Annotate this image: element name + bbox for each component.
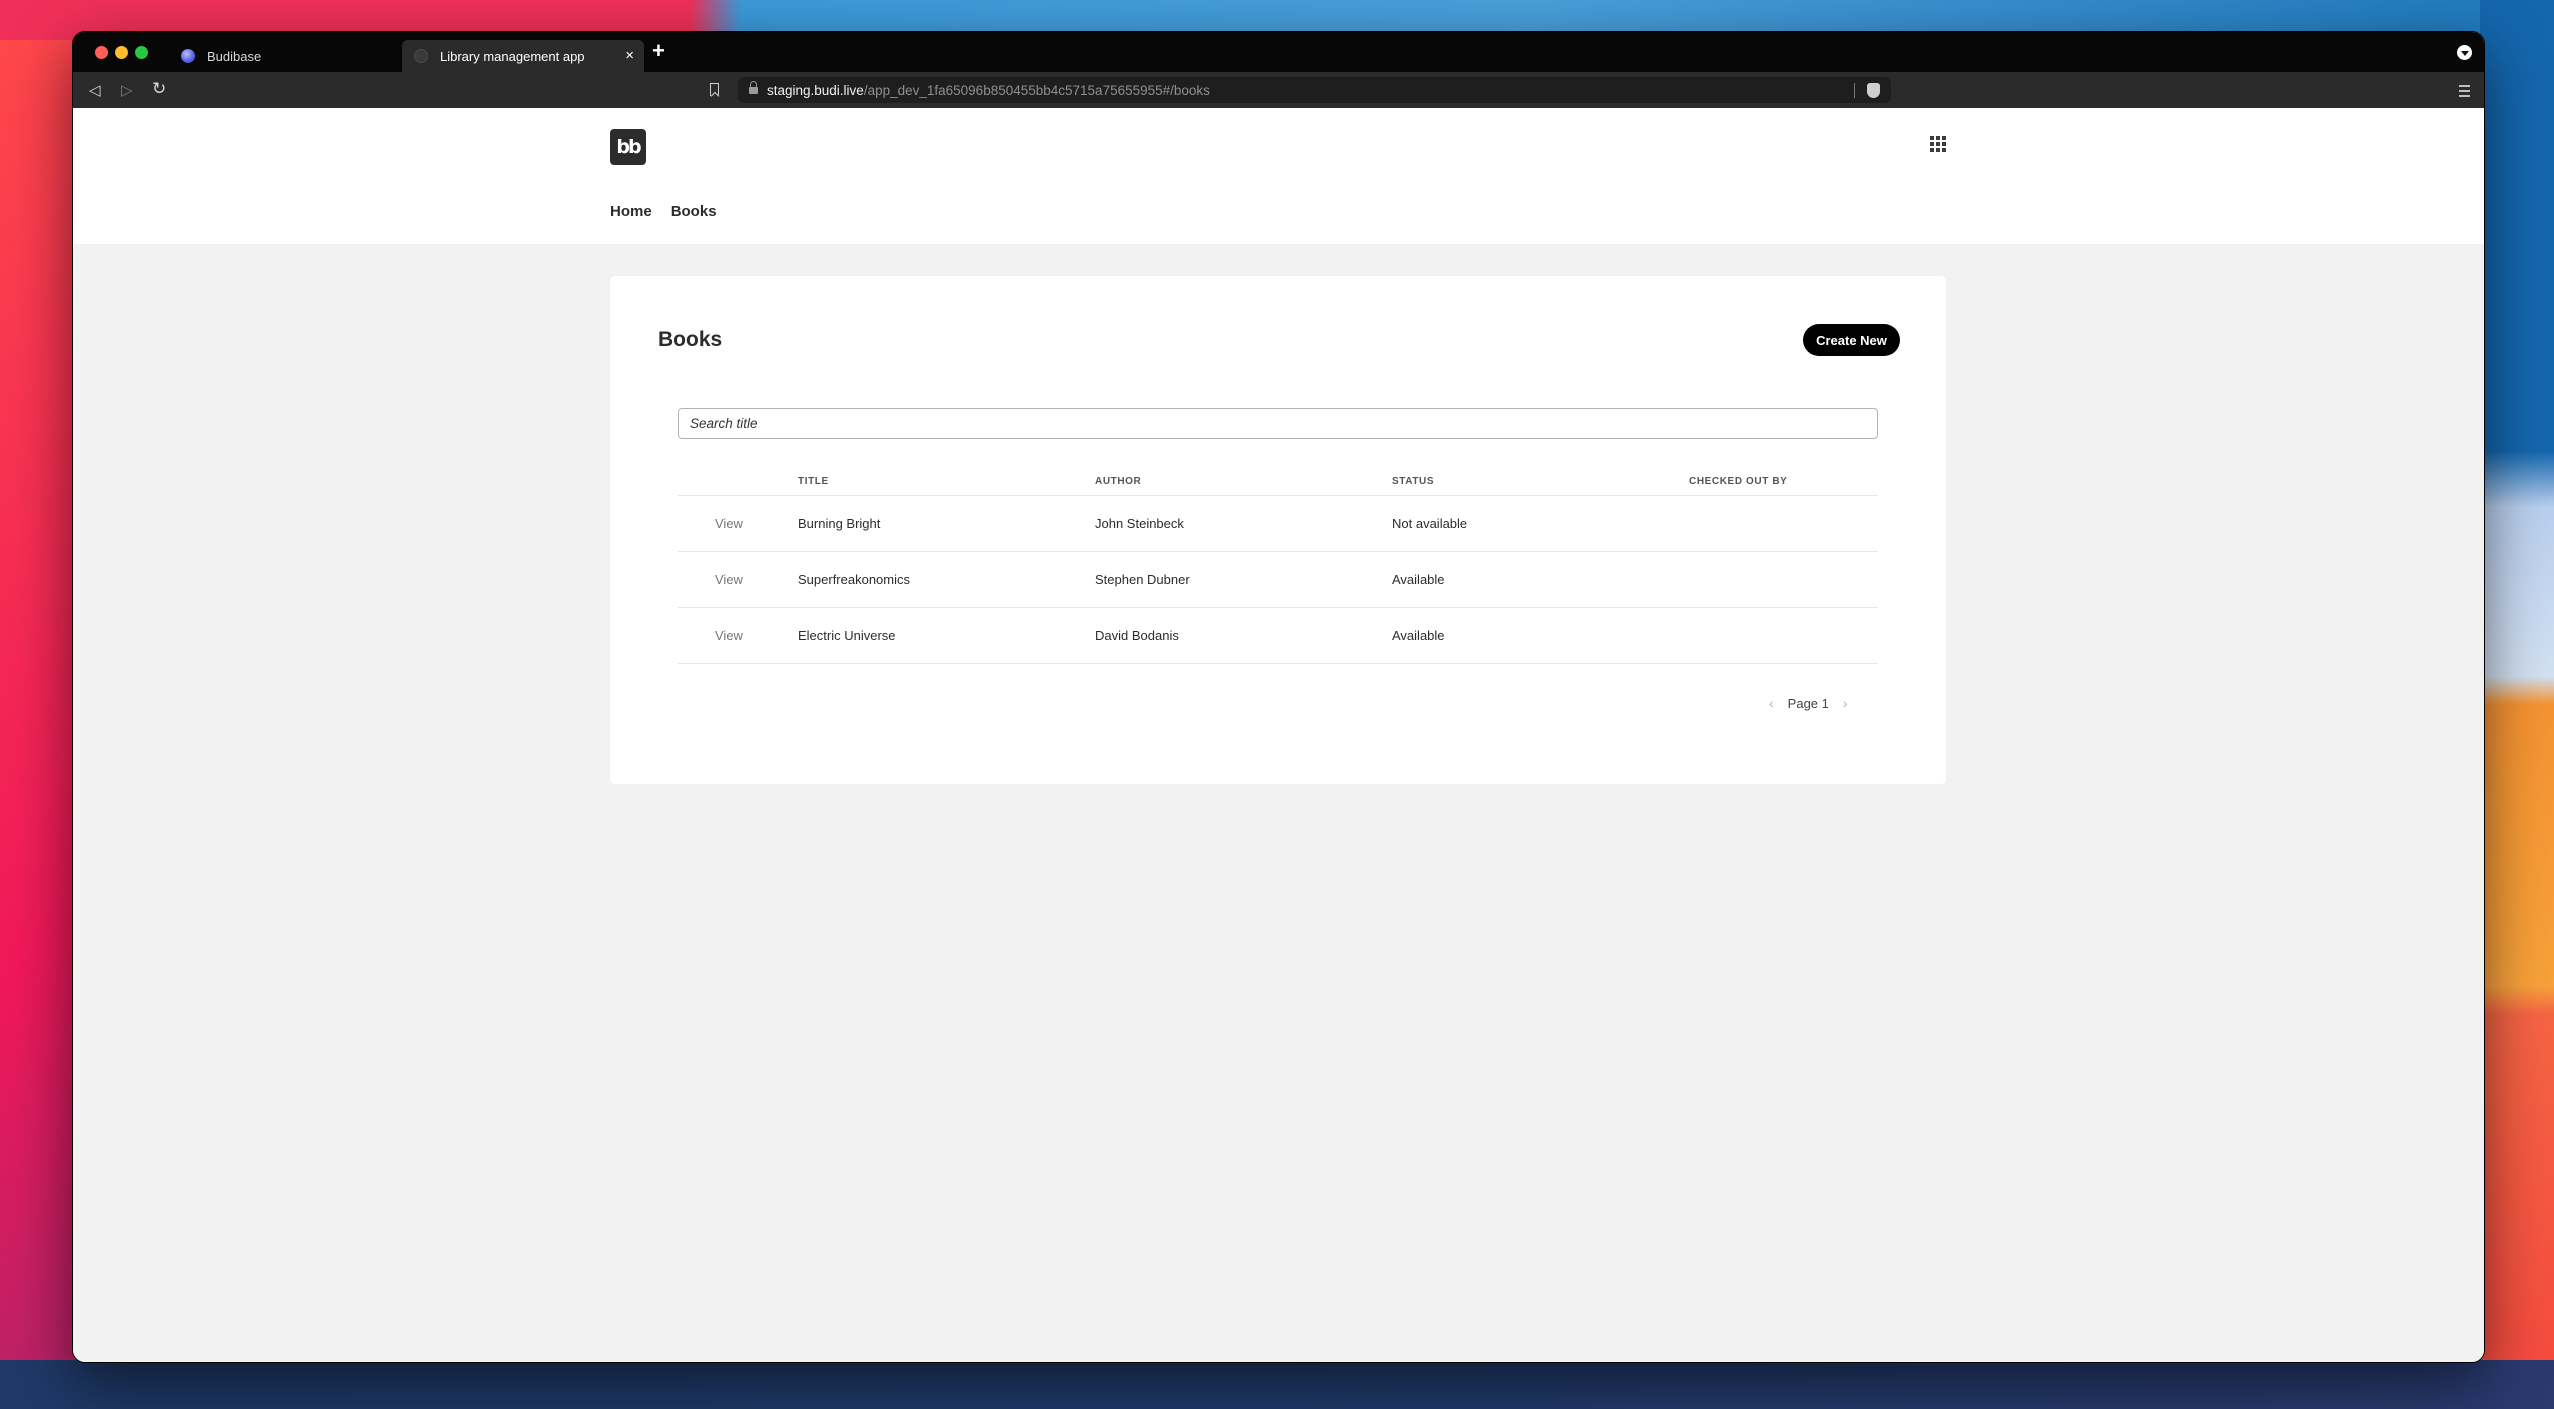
tab-budibase[interactable]: Budibase [169,40,399,72]
nav-link-books[interactable]: Books [671,203,717,220]
url-divider [1854,83,1855,98]
view-link[interactable]: View [715,572,743,587]
books-table: TITLE AUTHOR STATUS CHECKED OUT BY View … [678,468,1878,664]
forward-icon[interactable]: ▷ [121,81,133,99]
table-row: View Superfreakonomics Stephen Dubner Av… [678,552,1878,608]
table-row: View Burning Bright John Steinbeck Not a… [678,496,1878,552]
budibase-favicon-icon [181,49,195,63]
browser-menu-icon[interactable] [2459,85,2470,100]
column-header-checked-out-by[interactable]: CHECKED OUT BY [1689,476,1878,487]
address-bar[interactable]: staging.budi.live/app_dev_1fa65096b85045… [738,77,1891,103]
column-header-status[interactable]: STATUS [1392,476,1689,487]
new-tab-button[interactable]: + [652,38,665,64]
cell-status: Available [1392,572,1445,587]
column-header-author[interactable]: AUTHOR [1095,476,1392,487]
close-window-button[interactable] [95,46,108,59]
browser-window: Budibase Library management app × + ◁ ▷ … [73,32,2484,1362]
cell-author: Stephen Dubner [1095,572,1190,587]
view-link[interactable]: View [715,516,743,531]
cell-status: Not available [1392,516,1468,531]
table-header: TITLE AUTHOR STATUS CHECKED OUT BY [678,468,1878,496]
nav-link-home[interactable]: Home [610,203,652,220]
app-viewport: bb Home Books Books Create New TITLE AUT… [73,108,2484,1362]
close-tab-icon[interactable]: × [625,47,634,64]
lock-icon [749,81,758,95]
tab-label: Budibase [207,48,262,64]
previous-page-icon[interactable]: ‹ [1769,695,1774,711]
tab-label: Library management app [440,48,585,64]
pagination: ‹ Page 1 › [1769,695,1848,711]
cell-title: Electric Universe [798,628,896,643]
app-header: bb Home Books [73,108,2484,244]
tab-list-dropdown-icon[interactable] [2457,45,2472,60]
maximize-window-button[interactable] [135,46,148,59]
app-nav: Home Books [610,203,717,220]
table-row: View Electric Universe David Bodanis Ava… [678,608,1878,664]
desktop-wallpaper-bottom [0,1360,2554,1409]
books-card: Books Create New TITLE AUTHOR STATUS CHE… [610,276,1946,784]
search-title-input[interactable] [678,408,1878,439]
cell-status: Available [1392,628,1445,643]
globe-favicon-icon [414,49,428,63]
apps-grid-icon[interactable] [1930,136,1946,152]
bookmark-icon[interactable] [710,83,719,96]
cell-title: Superfreakonomics [798,572,910,587]
next-page-icon[interactable]: › [1843,695,1848,711]
browser-toolbar: ◁ ▷ ↻ staging.budi.live/app_dev_1fa65096… [73,72,2484,108]
page-title: Books [658,328,723,351]
minimize-window-button[interactable] [115,46,128,59]
column-header-title[interactable]: TITLE [798,476,1095,487]
page-indicator: Page 1 [1787,695,1829,711]
budibase-logo[interactable]: bb [610,129,646,165]
view-link[interactable]: View [715,628,743,643]
cell-author: David Bodanis [1095,628,1179,643]
tab-library-management-app[interactable]: Library management app × [402,40,644,72]
create-new-button[interactable]: Create New [1803,324,1900,356]
desktop-wallpaper-right [2480,0,2554,1409]
tab-bar: Budibase Library management app × + [73,32,2484,72]
reload-icon[interactable]: ↻ [152,79,166,99]
cell-author: John Steinbeck [1095,516,1184,531]
brave-shield-icon[interactable] [1867,83,1880,98]
cell-title: Burning Bright [798,516,881,531]
back-icon[interactable]: ◁ [89,81,101,99]
url-path: /app_dev_1fa65096b850455bb4c5715a7565595… [863,82,1210,98]
url-host: staging.budi.live [767,82,864,98]
